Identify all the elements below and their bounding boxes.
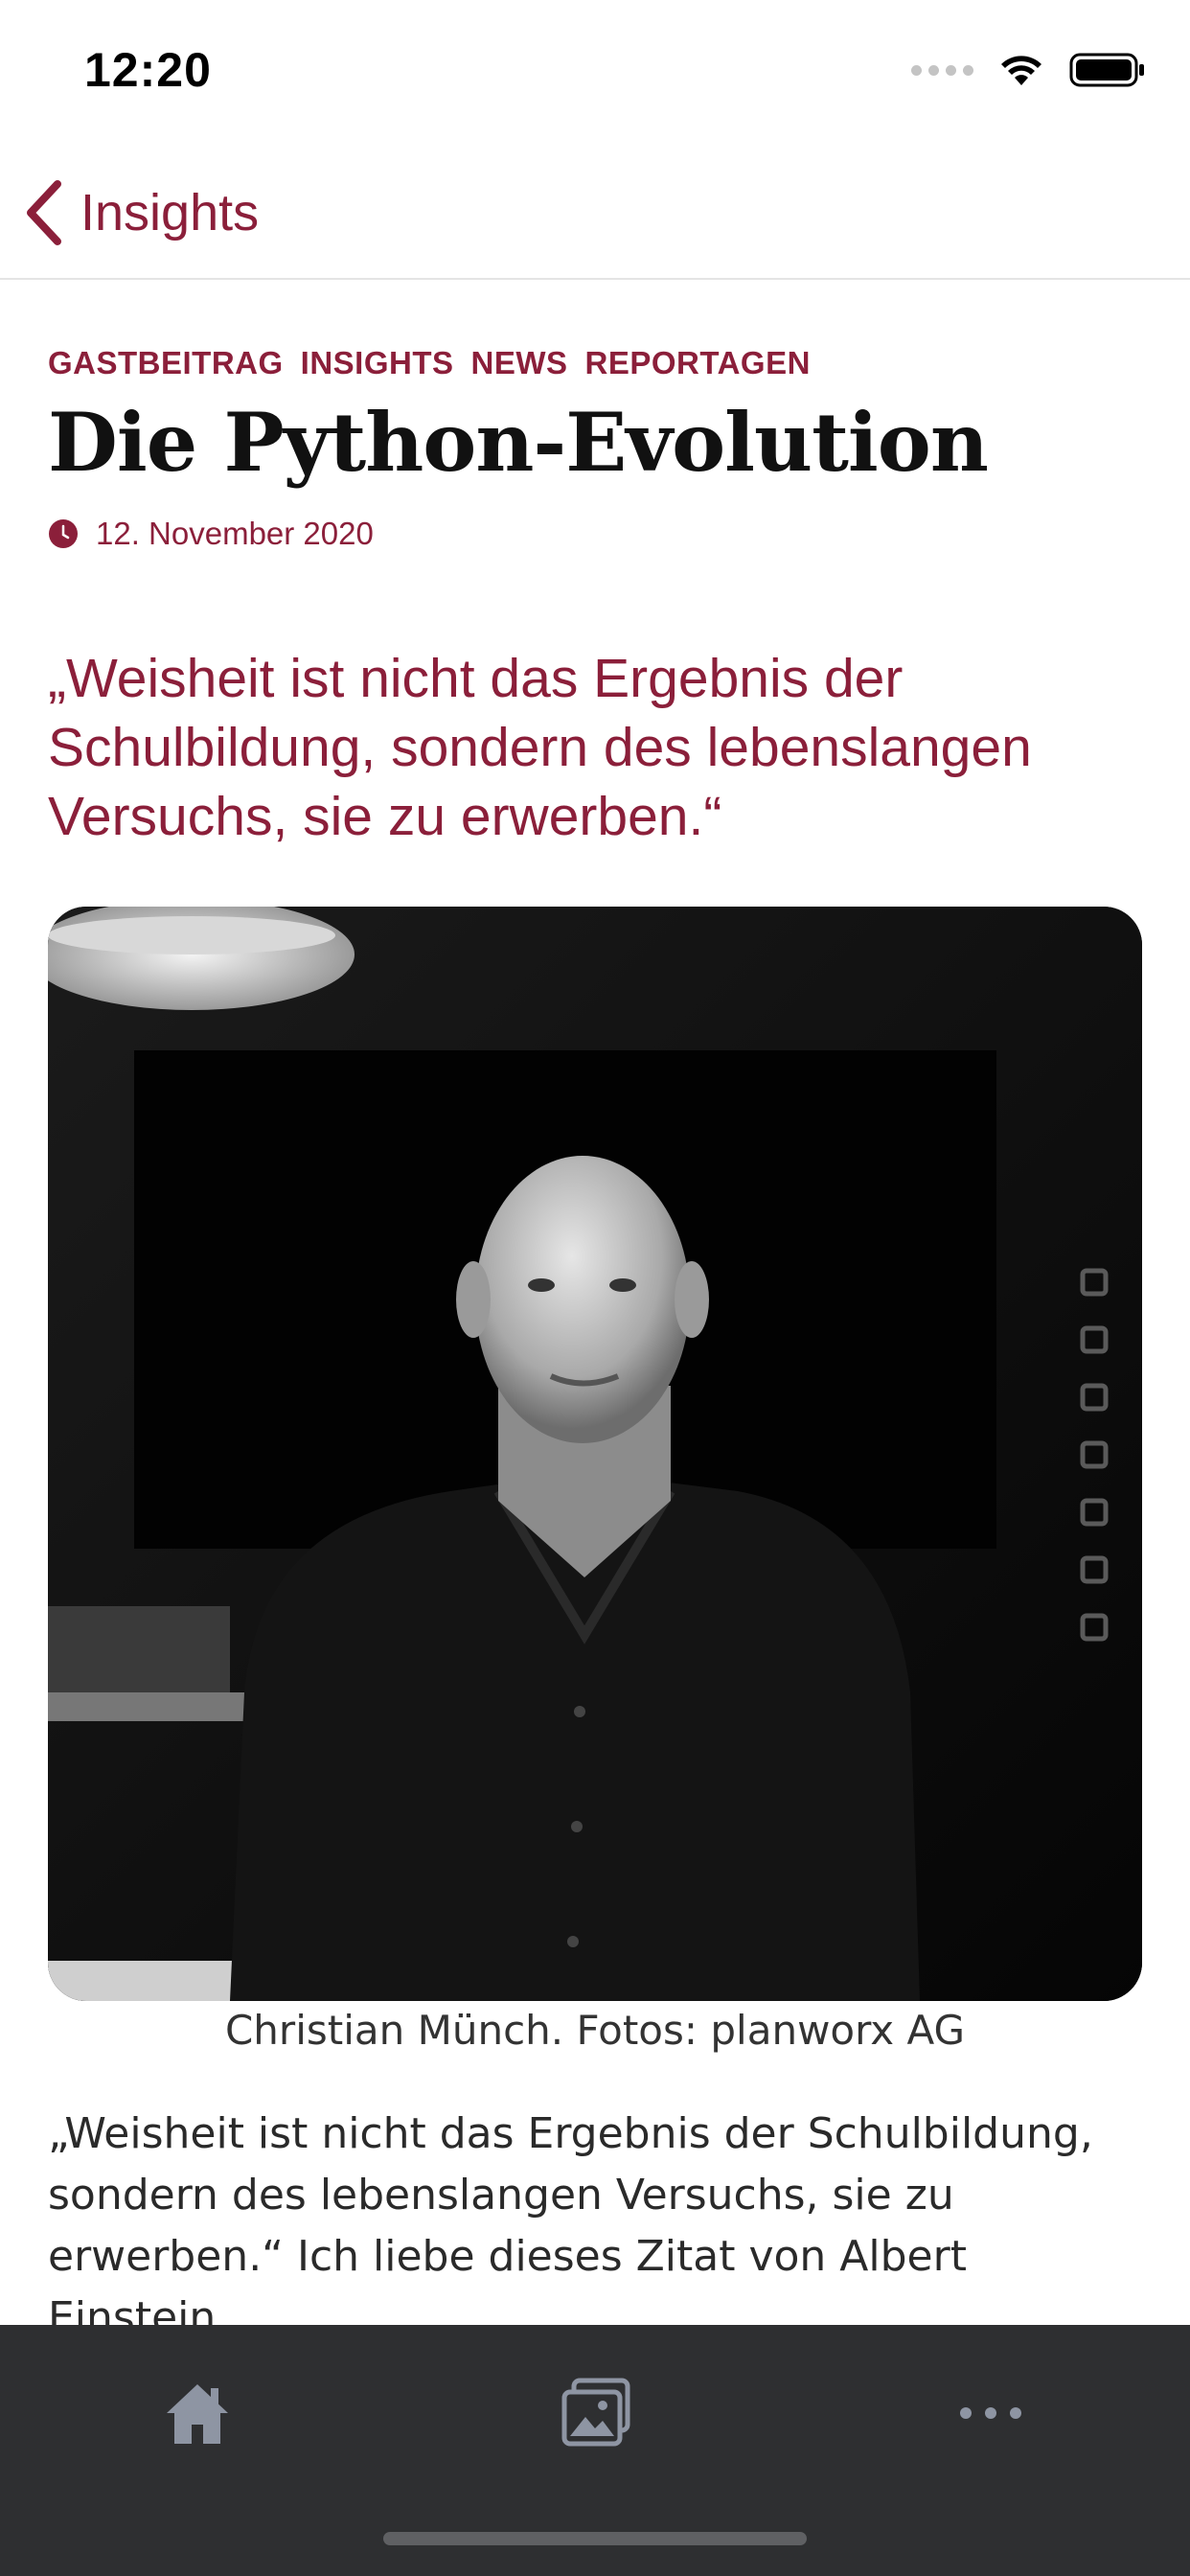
wifi-icon <box>1001 56 1041 85</box>
tag-gastbeitrag[interactable]: GASTBEITRAG <box>48 345 284 381</box>
status-icons <box>911 52 1146 88</box>
tag-insights[interactable]: INSIGHTS <box>301 345 454 381</box>
clock-icon <box>49 519 78 549</box>
tag-reportagen[interactable]: REPORTAGEN <box>585 345 811 381</box>
home-indicator[interactable] <box>383 2532 807 2545</box>
tab-gallery[interactable] <box>538 2365 652 2461</box>
article-photo[interactable] <box>48 907 1142 2002</box>
article-meta: 12. November 2020 <box>48 516 1142 552</box>
back-label: Insights <box>80 184 260 242</box>
tab-home[interactable] <box>140 2365 255 2461</box>
article-content: GASTBEITRAG INSIGHTS NEWS REPORTAGEN Die… <box>48 280 1142 2349</box>
battery-icon <box>1069 53 1144 87</box>
navigation-bar: Insights <box>0 144 1190 280</box>
lead-quote: „Weisheit ist nicht das Ergebnis der Sch… <box>48 648 1032 848</box>
back-button[interactable]: Insights <box>23 178 259 247</box>
home-icon <box>167 2384 228 2444</box>
article-title: Die Python-Evolution <box>48 395 989 490</box>
gallery-icon <box>561 2378 630 2447</box>
chevron-left-icon <box>27 180 61 245</box>
article-date: 12. November 2020 <box>96 516 374 552</box>
cellular-signal-icon <box>911 64 973 76</box>
category-tags: GASTBEITRAG INSIGHTS NEWS REPORTAGEN <box>48 345 1142 381</box>
status-bar: 12:20 <box>0 0 1190 144</box>
photo-caption: Christian Münch. Fotos: planworx AG <box>224 2007 966 2055</box>
tag-news[interactable]: NEWS <box>471 345 568 381</box>
article-body-text: „Weisheit ist nicht das Ergebnis der Sch… <box>48 2109 1093 2343</box>
status-time: 12:20 <box>84 43 212 97</box>
tab-more[interactable] <box>933 2365 1048 2461</box>
more-icon <box>960 2407 1021 2419</box>
portrait-photo-image <box>48 907 1142 2002</box>
